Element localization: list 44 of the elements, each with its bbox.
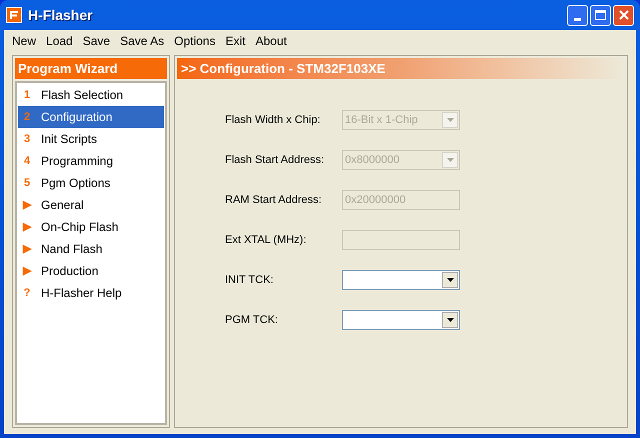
step-marker-icon: 1 (22, 90, 32, 100)
sidebar-header: Program Wizard (15, 58, 167, 79)
wizard-item[interactable]: ▶ On-Chip Flash (18, 216, 164, 238)
app-logo-icon (6, 7, 22, 23)
step-marker-icon: 5 (22, 178, 32, 188)
wizard-item[interactable]: 2 Configuration (18, 106, 164, 128)
step-marker-icon: ▶ (22, 266, 32, 276)
field-label: INIT TCK: (225, 272, 274, 288)
wizard-item[interactable]: ▶ Production (18, 260, 164, 282)
dropdown[interactable] (342, 310, 460, 330)
field-label: Flash Width x Chip: (225, 112, 322, 128)
wizard-item[interactable]: 5 Pgm Options (18, 172, 164, 194)
wizard-item[interactable]: 4 Programming (18, 150, 164, 172)
step-marker-icon: 4 (22, 156, 32, 166)
minimize-icon (574, 18, 581, 20)
field-label: RAM Start Address: (225, 192, 323, 208)
minimize-button[interactable] (567, 4, 588, 26)
close-icon (618, 10, 628, 20)
field-label: PGM TCK: (225, 312, 279, 328)
maximize-icon (595, 10, 606, 20)
wizard-item[interactable]: 3 Init Scripts (18, 128, 164, 150)
menu-item[interactable]: Save (78, 31, 114, 51)
menu-item[interactable]: Save As (116, 31, 168, 51)
step-marker-icon: 3 (22, 134, 32, 144)
menu-item[interactable]: Load (42, 31, 77, 51)
maximize-button[interactable] (590, 4, 611, 26)
menu-item[interactable]: About (251, 31, 291, 51)
menu-item[interactable]: New (8, 31, 40, 51)
dropdown[interactable] (342, 270, 460, 290)
menu-item[interactable]: Options (170, 31, 220, 51)
wizard-item[interactable]: 1 Flash Selection (18, 84, 164, 106)
step-marker-icon: ? (22, 288, 32, 298)
wizard-item[interactable]: ? H-Flasher Help (18, 282, 164, 304)
wizard-item[interactable]: ▶ Nand Flash (18, 238, 164, 260)
field-label: Flash Start Address: (225, 152, 326, 168)
step-marker-icon: ▶ (22, 200, 32, 210)
window-title: H-Flasher (28, 6, 93, 24)
step-marker-icon: ▶ (22, 244, 32, 254)
step-marker-icon: 2 (22, 112, 32, 122)
step-marker-icon: ▶ (22, 222, 32, 232)
wizard-item[interactable]: ▶ General (18, 194, 164, 216)
field-label: Ext XTAL (MHz): (225, 232, 308, 248)
menu-item[interactable]: Exit (221, 31, 250, 51)
close-button[interactable] (613, 4, 634, 26)
